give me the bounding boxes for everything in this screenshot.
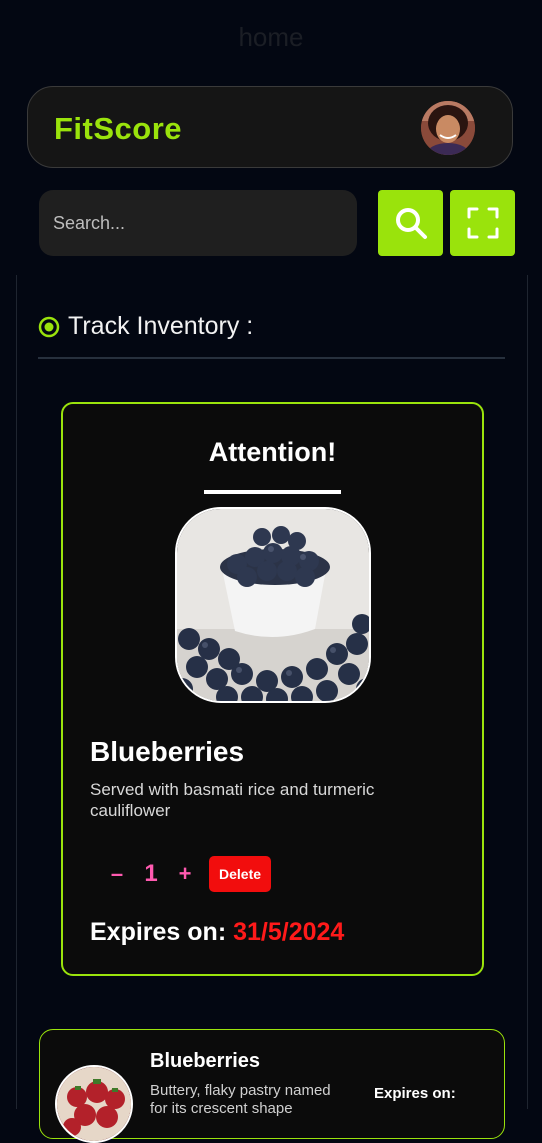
alert-title: Attention! [208,437,337,467]
expiry-line: Expires on: 31/5/2024 [90,918,344,947]
section-title: Track Inventory : [68,312,254,340]
section-divider [38,357,505,359]
item-description: Buttery, flaky pastry named for its cres… [150,1082,331,1117]
strawberries-image [57,1067,131,1141]
avatar-photo [421,101,475,155]
inventory-panel: Track Inventory : Attention! Blueberries… [16,275,528,1143]
decrement-button[interactable]: – [103,861,131,887]
food-image [175,507,371,703]
blueberries-image [177,509,369,701]
brand-logo: FitScore [54,111,183,146]
scan-frame-icon [467,207,498,239]
food-description: Served with basmati rice and turmeric ca… [90,780,375,820]
expiry-alert-card: Attention! Blueberries Served with basma… [61,402,484,976]
list-item[interactable]: Blueberries Buttery, flaky pastry named … [39,1029,505,1143]
food-name: Blueberries [90,736,245,767]
search-input[interactable] [39,190,357,256]
avatar[interactable] [421,101,475,155]
title-underline [204,490,341,494]
expires-label: Expires on: [90,918,227,946]
scan-button[interactable] [450,190,515,256]
item-thumbnail [55,1065,133,1143]
delete-button[interactable]: Delete [209,856,272,892]
increment-button[interactable]: + [171,861,199,887]
item-expires-label: Expires on: [374,1085,456,1102]
radio-target-icon [38,316,60,337]
search-button[interactable] [378,190,443,256]
expires-date: 31/5/2024 [233,918,345,946]
quantity-stepper: – 1 + Delete [103,856,272,892]
page-title: home [238,22,304,52]
item-name: Blueberries [150,1050,261,1072]
search-icon [395,208,427,239]
section-header: Track Inventory : [38,312,253,341]
app-header: FitScore [27,86,513,168]
quantity-value: 1 [144,860,158,887]
